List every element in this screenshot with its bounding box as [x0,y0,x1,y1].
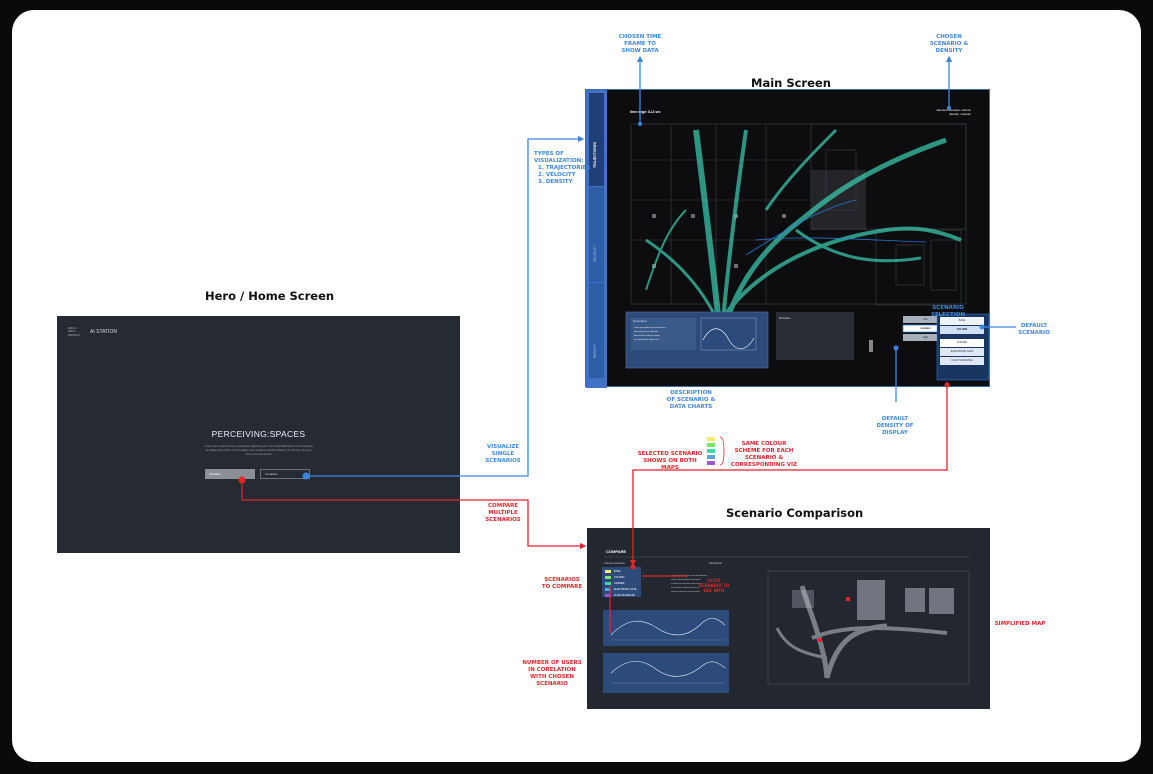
annotation-scenario-selection: SCENARIO SELECTION [930,305,966,318]
annotation-scenarios-compare: SCENARIOS TO COMPARE [541,577,583,590]
annotation-scenario-density: CHOSEN SCENARIO & DENSITY [929,34,969,54]
annotation-default-scenario: DEFAULT SCENARIO [1018,323,1050,336]
annotation-selected-both: SELECTED SCENARIO SHOWS ON BOTH MAPS [637,451,703,471]
annotation-default-density: DEFAULT DENSITY OF DISPLAY [876,416,914,436]
annotation-visualize-single: VISUALIZE SINGLE SCENARIOS [485,444,521,464]
annotation-description: DESCRIPTION OF SCENARIO & DATA CHARTS [666,390,716,410]
annotation-click-scenario: CLICK SCENARIO TO SEE INFO [698,578,730,593]
annotation-compare-multiple: COMPARE MULTIPLE SCENARIOS [485,503,521,523]
annotation-visualization-types: TYPES OF VISUALIZATION: 1. Trajectories … [534,151,591,185]
annotation-users-correlation: NUMBER OF USERS IN CORELATION WITH CHOSE… [522,660,582,687]
connectors [238,55,1016,633]
annotation-time-frame: CHOSEN TIME FRAME TO SHOW DATA [618,34,662,54]
annotation-colour-scheme: SAME COLOUR SCHEME FOR EACH SCENARIO & C… [730,441,798,468]
annotation-simplified-map: SIMPLIFIED MAP [994,621,1046,627]
canvas: Hero / Home Screen Main Screen Scenario … [12,10,1141,762]
